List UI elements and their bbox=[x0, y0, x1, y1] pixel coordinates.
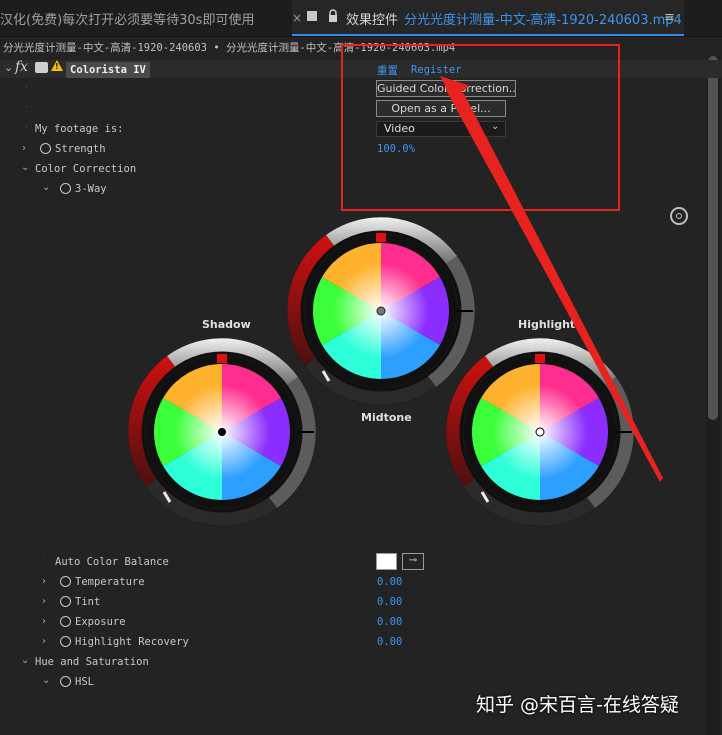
watermark-text: 知乎 @宋百言-在线答疑 bbox=[476, 694, 679, 716]
annotation-arrow bbox=[440, 76, 663, 482]
